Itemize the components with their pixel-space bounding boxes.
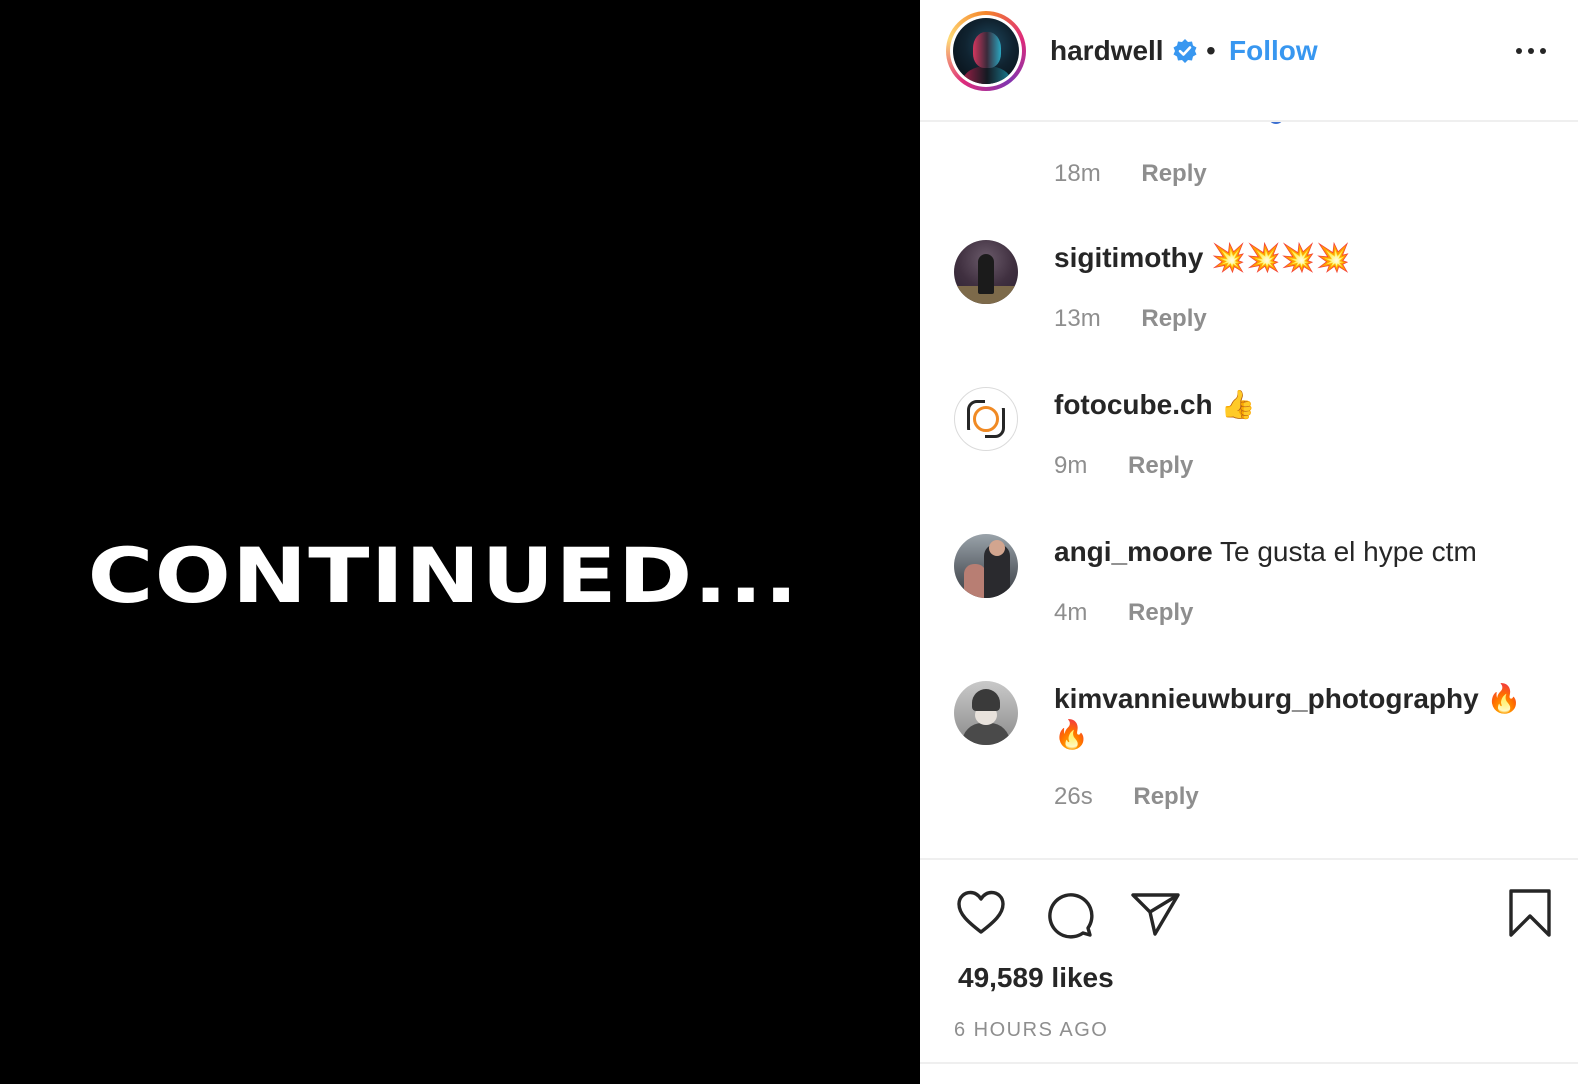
- reply-button[interactable]: Reply: [1141, 304, 1206, 334]
- reply-button[interactable]: Reply: [1133, 782, 1198, 812]
- post-header: hardwell • Follow: [920, 0, 1578, 122]
- media-caption-text: CONTINUED...: [87, 531, 800, 620]
- commenter-avatar[interactable]: [954, 240, 1018, 304]
- commenter-avatar[interactable]: [954, 534, 1018, 598]
- heart-icon[interactable]: [956, 890, 1006, 936]
- comment-time: 26s: [1054, 783, 1093, 810]
- more-dot: [1516, 48, 1522, 54]
- comment-time: 9m: [1054, 452, 1088, 479]
- author-avatar-image: [953, 18, 1019, 84]
- commenter-username[interactable]: angi_moore: [1054, 536, 1213, 567]
- comment-meta: 9m Reply: [1054, 451, 1193, 481]
- post-side-panel: hardwell • Follow 18m Reply sigitimothy …: [920, 0, 1578, 1084]
- comment-body: 💥💥💥💥: [1211, 242, 1351, 273]
- verified-badge-icon: [1173, 39, 1197, 63]
- comment-body: Te gusta el hype ctm: [1219, 536, 1477, 567]
- commenter-username[interactable]: kimvannieuwburg_photography: [1054, 683, 1479, 714]
- comment-meta: 26s Reply: [1054, 782, 1199, 812]
- comment-text: kimvannieuwburg_photography 🔥🔥: [1054, 681, 1544, 753]
- commenter-username[interactable]: fotocube.ch: [1054, 389, 1213, 420]
- more-options-icon[interactable]: [1516, 42, 1548, 60]
- more-dot: [1528, 48, 1534, 54]
- comment-meta: 13m Reply: [1054, 304, 1207, 334]
- commenter-avatar[interactable]: [954, 681, 1018, 745]
- avatar-figure-face: [973, 32, 1001, 68]
- post-media[interactable]: CONTINUED...: [0, 0, 920, 1084]
- partial-emoji-glyph: [1268, 122, 1284, 124]
- bookmark-icon[interactable]: [1508, 888, 1552, 938]
- comment-meta: 18m Reply: [1054, 159, 1207, 189]
- reply-button[interactable]: Reply: [1128, 598, 1193, 628]
- comment-time: 4m: [1054, 599, 1088, 626]
- comment-time: 18m: [1054, 160, 1101, 187]
- reply-button[interactable]: Reply: [1128, 451, 1193, 481]
- instagram-post-view: CONTINUED... hardwell • Follow 18m Reply…: [0, 0, 1578, 1084]
- author-username[interactable]: hardwell: [1050, 32, 1164, 70]
- avatar-coat: [962, 723, 1010, 745]
- avatar-person: [964, 564, 986, 598]
- comment-time: 13m: [1054, 305, 1101, 332]
- avatar-figure: [978, 254, 994, 294]
- likes-count[interactable]: 49,589 likes: [958, 960, 1114, 996]
- comment-body: 👍: [1220, 389, 1256, 420]
- comment-meta: 4m Reply: [1054, 598, 1193, 628]
- more-dot: [1540, 48, 1546, 54]
- comment-text: sigitimothy 💥💥💥💥: [1054, 240, 1544, 276]
- divider: [920, 1062, 1578, 1064]
- comments-list[interactable]: 18m Reply sigitimothy 💥💥💥💥 13m Reply fot…: [920, 122, 1578, 858]
- camera-frame-cut: [963, 430, 985, 442]
- commenter-avatar[interactable]: [954, 387, 1018, 451]
- header-separator: •: [1206, 35, 1216, 66]
- comment-text: fotocube.ch 👍: [1054, 387, 1544, 423]
- avatar-head: [989, 540, 1005, 556]
- post-timestamp: 6 HOURS AGO: [954, 1019, 1109, 1041]
- reply-button[interactable]: Reply: [1141, 159, 1206, 189]
- share-icon[interactable]: [1130, 890, 1182, 938]
- follow-button[interactable]: Follow: [1229, 32, 1318, 70]
- avatar-hat: [972, 689, 1000, 711]
- avatar-figure-body: [963, 66, 1011, 84]
- comment-icon[interactable]: [1044, 889, 1094, 939]
- comment-text: angi_moore Te gusta el hype ctm: [1054, 534, 1544, 570]
- commenter-username[interactable]: sigitimothy: [1054, 242, 1203, 273]
- author-avatar[interactable]: [946, 11, 1026, 91]
- camera-lens-ring: [973, 406, 999, 432]
- post-actions: 49,589 likes 6 HOURS AGO: [920, 858, 1578, 1084]
